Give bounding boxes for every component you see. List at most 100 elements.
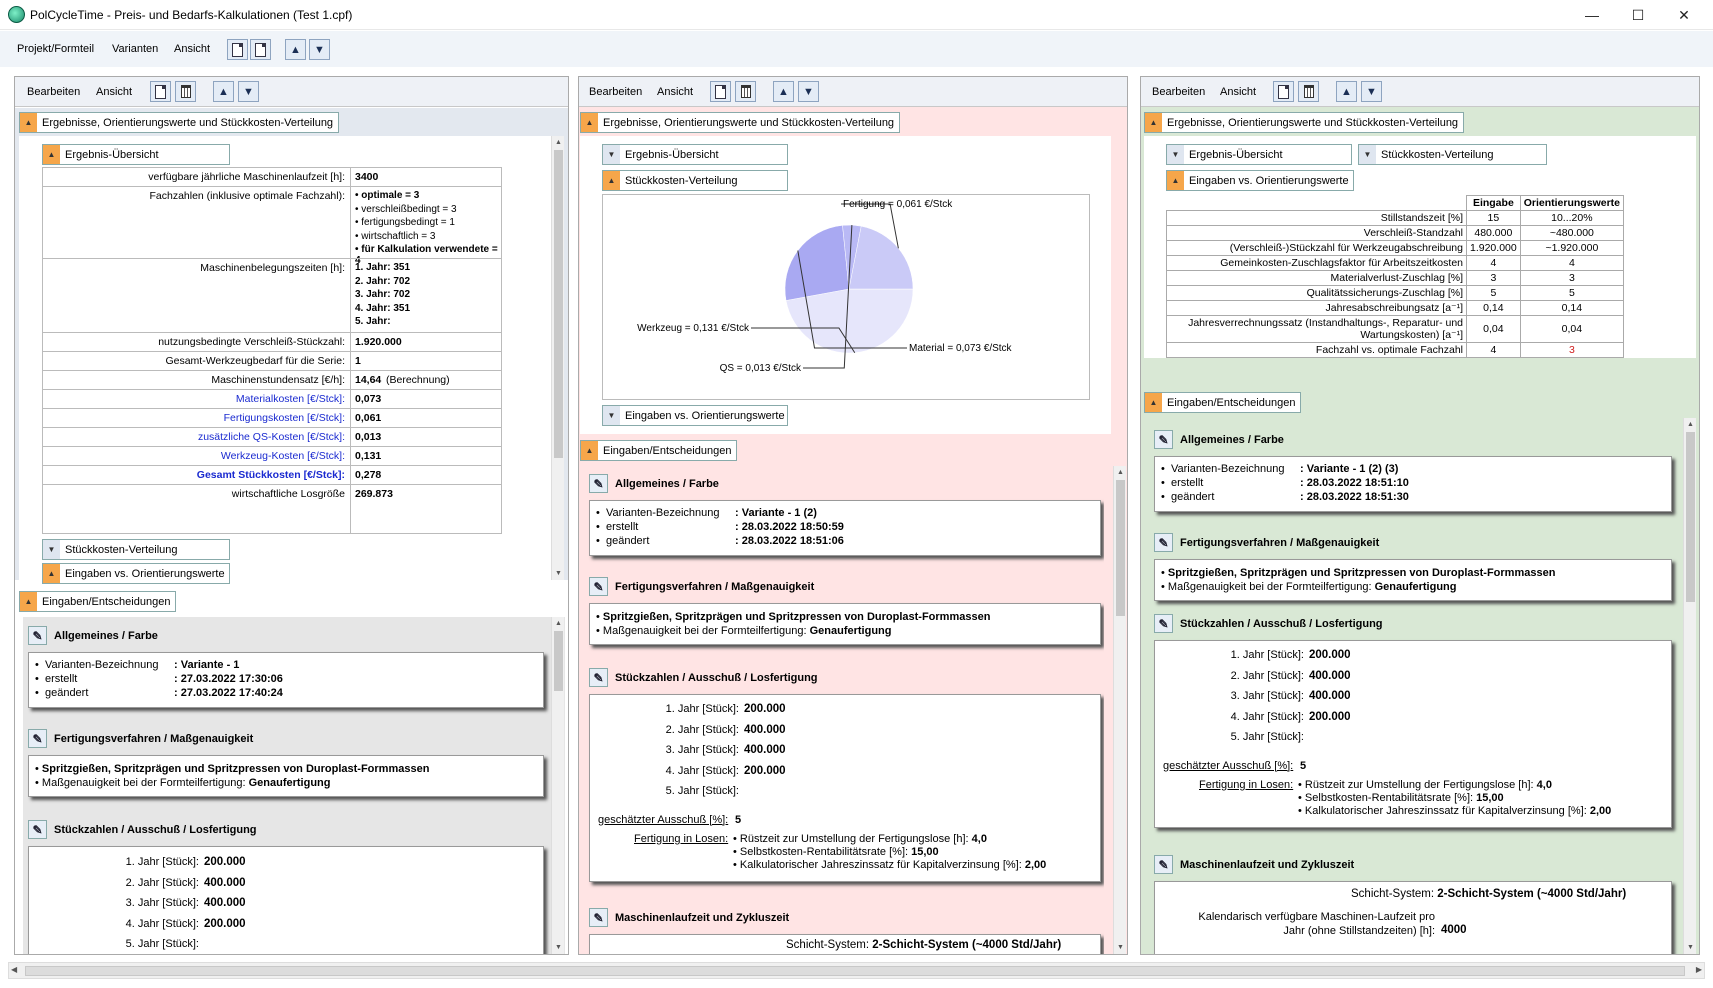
scroll-left-icon[interactable]: ◀ (11, 965, 17, 974)
overview-value: • wirtschaftlich = 3 (355, 230, 436, 242)
panel-delete-button[interactable] (1298, 81, 1319, 102)
edit-pencil-icon[interactable]: ✎ (28, 626, 47, 645)
edit-pencil-icon[interactable]: ✎ (589, 908, 608, 927)
section-results-header[interactable]: ▲ Ergebnisse, Orientierungswerte und Stüc… (19, 112, 339, 133)
panel-menu-edit[interactable]: Bearbeiten (27, 86, 80, 98)
chevron-up-icon: ▲ (581, 441, 598, 460)
inputs-header[interactable]: ▲ Eingaben/Entscheidungen (580, 440, 737, 461)
edit-pencil-icon[interactable]: ✎ (28, 729, 47, 748)
panel-menu-edit[interactable]: Bearbeiten (589, 86, 642, 98)
edit-pencil-icon[interactable]: ✎ (589, 474, 608, 493)
section-results-header[interactable]: ▲ Ergebnisse, Orientierungswerte und Stüc… (1144, 112, 1464, 133)
orientation-header[interactable]: ▼ Eingaben vs. Orientierungswerte (602, 405, 788, 426)
overview-value: 0,013 (355, 431, 382, 443)
menu-view[interactable]: Ansicht (174, 43, 210, 55)
table-cell: Gemeinkosten-Zuschlagsfaktor für Arbeits… (1166, 255, 1467, 271)
year-value: 400.000 (744, 723, 786, 736)
lots-label[interactable]: Fertigung in Losen: (634, 833, 728, 845)
scroll-up-icon[interactable]: ▲ (552, 136, 565, 149)
panel-down-button[interactable]: ▼ (798, 81, 819, 102)
inputs-header[interactable]: ▲ Eingaben/Entscheidungen (19, 591, 176, 612)
panel-delete-button[interactable] (735, 81, 756, 102)
overview-header[interactable]: ▼ Ergebnis-Übersicht (602, 144, 788, 165)
inputs-scrollbar[interactable]: ▲ ▼ (1683, 418, 1696, 954)
edit-pencil-icon[interactable]: ✎ (589, 668, 608, 687)
orientation-header[interactable]: ▲ Eingaben vs. Orientierungswerte (42, 563, 230, 584)
new-document-button[interactable] (227, 39, 248, 60)
overview-header[interactable]: ▼ Ergebnis-Übersicht (1166, 144, 1352, 165)
year-value: 200.000 (204, 856, 246, 868)
scroll-down-icon[interactable]: ▼ (552, 941, 565, 954)
overview-row: Fertigungskosten [€/Stck]: 0,061 (43, 408, 501, 427)
edit-pencil-icon[interactable]: ✎ (1154, 533, 1173, 552)
panel-new-button[interactable] (150, 81, 171, 102)
scrap-label[interactable]: geschätzter Ausschuß [%]: (1163, 760, 1293, 772)
edit-pencil-icon[interactable]: ✎ (1154, 430, 1173, 449)
overview-value: 2. Jahr: 702 (355, 275, 411, 287)
move-down-button[interactable]: ▼ (309, 39, 330, 60)
scroll-up-icon[interactable]: ▲ (1684, 418, 1697, 431)
scroll-down-icon[interactable]: ▼ (1684, 941, 1697, 954)
overview-header[interactable]: ▲ Ergebnis-Übersicht (42, 144, 230, 165)
chevron-up-icon: ▲ (43, 564, 60, 583)
distribution-header[interactable]: ▼ Stückkosten-Verteilung (1358, 144, 1547, 165)
scroll-thumb[interactable] (1686, 432, 1695, 602)
scroll-down-icon[interactable]: ▼ (552, 567, 565, 580)
scroll-thumb[interactable] (554, 150, 563, 458)
process-card: • Spritzgießen, Spritzprägen und Spritzp… (28, 755, 544, 797)
overview-row: nutzungsbedingte Verschleiß-Stückzahl: 1.… (43, 332, 501, 351)
maximize-button[interactable]: ☐ (1615, 0, 1661, 30)
edit-pencil-icon[interactable]: ✎ (1154, 855, 1173, 874)
scroll-thumb[interactable] (25, 966, 1685, 976)
panel-new-button[interactable] (1273, 81, 1294, 102)
inputs-scrollbar[interactable]: ▲ ▼ (551, 617, 564, 954)
distribution-header[interactable]: ▼ Stückkosten-Verteilung (42, 539, 230, 560)
edit-pencil-icon[interactable]: ✎ (28, 820, 47, 839)
panel-menu-view[interactable]: Ansicht (96, 86, 132, 98)
quantities-card: 1. Jahr [Stück]: 200.000 2. Jahr [Stück]: 4… (589, 694, 1101, 882)
horizontal-scrollbar[interactable]: ◀ ▶ (8, 962, 1705, 979)
panel-up-button[interactable]: ▲ (213, 81, 234, 102)
panel-up-button[interactable]: ▲ (773, 81, 794, 102)
inputs-scrollbar[interactable]: ▲ ▼ (1113, 466, 1126, 954)
panel-menu-edit[interactable]: Bearbeiten (1152, 86, 1205, 98)
menu-project[interactable]: Projekt/Formteil (17, 43, 94, 55)
scroll-right-icon[interactable]: ▶ (1696, 965, 1702, 974)
scroll-down-icon[interactable]: ▼ (1114, 941, 1127, 954)
copy-document-button[interactable] (250, 39, 271, 60)
menu-variants[interactable]: Varianten (112, 43, 158, 55)
section-results-header[interactable]: ▲ Ergebnisse, Orientierungswerte und Stüc… (580, 112, 900, 133)
distribution-header[interactable]: ▲ Stückkosten-Verteilung (602, 170, 788, 191)
lots-label[interactable]: Fertigung in Losen: (1199, 779, 1293, 791)
minimize-button[interactable]: — (1569, 0, 1615, 30)
scrap-label[interactable]: geschätzter Ausschuß [%]: (598, 814, 728, 826)
panel-down-button[interactable]: ▼ (238, 81, 259, 102)
panel-up-button[interactable]: ▲ (1336, 81, 1357, 102)
table-cell: 5 (1519, 285, 1625, 301)
table-cell: 0,14 (1466, 300, 1521, 316)
panel-menu-view[interactable]: Ansicht (1220, 86, 1256, 98)
arrow-up-icon: ▲ (218, 85, 229, 98)
scroll-up-icon[interactable]: ▲ (1114, 466, 1127, 479)
scroll-up-icon[interactable]: ▲ (552, 617, 565, 630)
year-value: 400.000 (204, 876, 246, 889)
process-section-header: ✎ Fertigungsverfahren / Maßgenauigkeit (589, 577, 814, 596)
inputs-header[interactable]: ▲ Eingaben/Entscheidungen (1144, 392, 1301, 413)
overview-label: nutzungsbedingte Verschleiß-Stückzahl: (158, 336, 345, 348)
year-label: 4. Jahr [Stück]: (1230, 710, 1304, 723)
orientation-header[interactable]: ▲ Eingaben vs. Orientierungswerte (1166, 170, 1354, 191)
scroll-thumb[interactable] (554, 631, 563, 691)
panel-menu-view[interactable]: Ansicht (657, 86, 693, 98)
year-label: 4. Jahr [Stück]: (125, 917, 199, 930)
panel-new-button[interactable] (710, 81, 731, 102)
results-scrollbar[interactable]: ▲ ▼ (551, 136, 564, 580)
edit-pencil-icon[interactable]: ✎ (1154, 614, 1173, 633)
close-button[interactable]: ✕ (1661, 0, 1707, 30)
panel-delete-button[interactable] (175, 81, 196, 102)
move-up-button[interactable]: ▲ (285, 39, 306, 60)
pie-slice (784, 225, 850, 301)
panel-down-button[interactable]: ▼ (1361, 81, 1382, 102)
scroll-thumb[interactable] (1116, 480, 1125, 616)
trash-icon (740, 85, 751, 98)
edit-pencil-icon[interactable]: ✎ (589, 577, 608, 596)
